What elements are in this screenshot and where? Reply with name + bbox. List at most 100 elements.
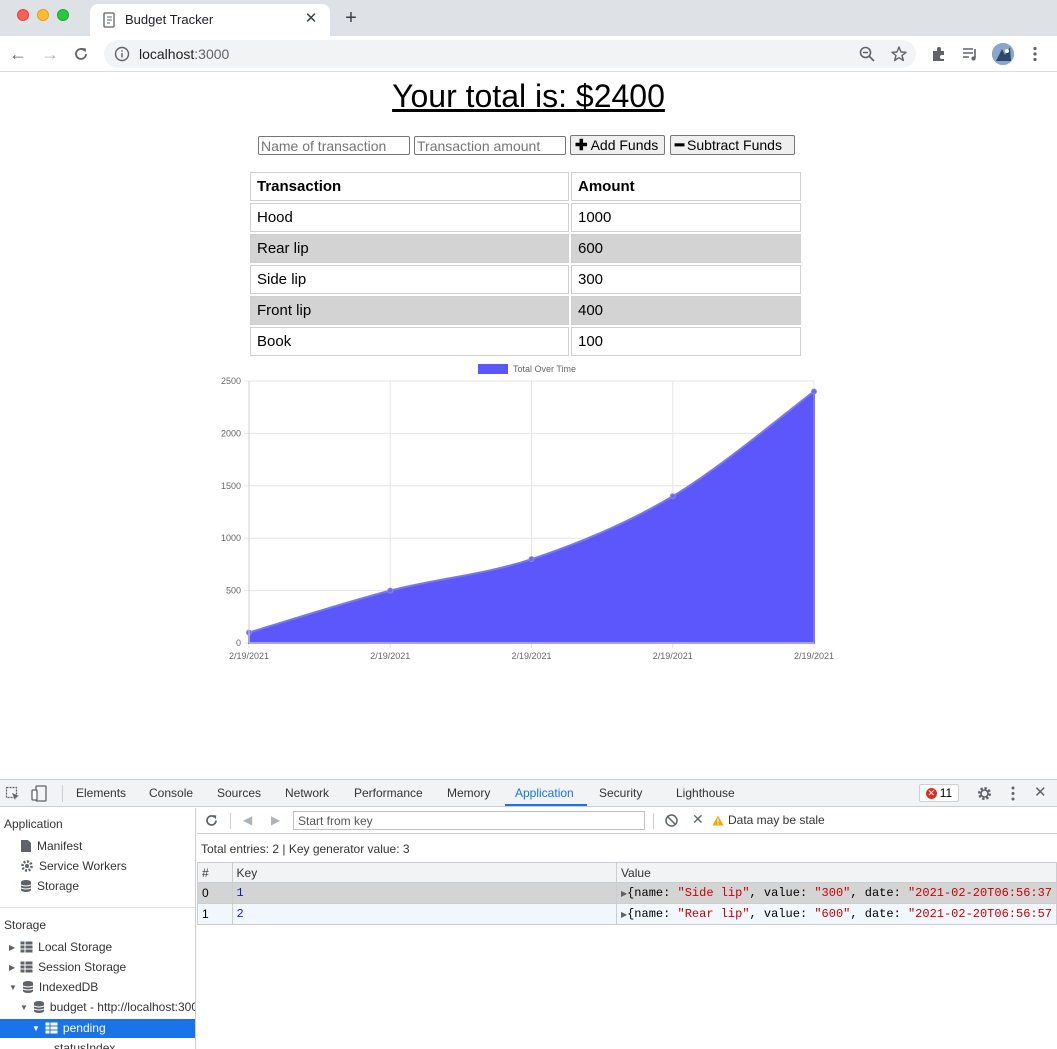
devtools-sidebar: Application Manifest Service Workers Sto… [0, 808, 196, 1049]
refresh-icon[interactable] [204, 813, 219, 828]
window-zoom-button[interactable] [57, 9, 69, 21]
extensions-puzzle-icon[interactable] [930, 45, 948, 63]
sidebar-item-manifest[interactable]: Manifest [20, 839, 82, 853]
transaction-amount: 100 [571, 327, 801, 356]
devtools-panel: Elements Console Sources Network Perform… [0, 779, 1057, 1049]
error-icon: ✕ [925, 787, 937, 799]
table-row: Side lip 300 [250, 265, 801, 294]
table-row: Front lip 400 [250, 296, 801, 325]
bookmark-star-icon[interactable] [890, 45, 908, 63]
sidebar-item-pending[interactable]: ▼ pending [32, 1021, 106, 1035]
x-tick-label: 2/19/2021 [794, 651, 834, 661]
reload-icon[interactable] [72, 45, 90, 63]
back-arrow-icon[interactable]: ← [6, 42, 30, 66]
collapse-arrow-icon[interactable]: ▼ [20, 1003, 28, 1012]
devtools-close-icon[interactable]: ✕ [1034, 783, 1047, 801]
transaction-name: Front lip [250, 296, 569, 325]
value-name: "Side lip" [677, 886, 750, 900]
error-count-badge[interactable]: ✕ 11 [919, 784, 959, 802]
clear-store-icon[interactable] [664, 813, 679, 828]
data-point [669, 493, 676, 500]
devtools-tab-bar: Elements Console Sources Network Perform… [0, 780, 1057, 807]
browser-tab[interactable]: Budget Tracker ✕ [90, 4, 330, 36]
settings-gear-icon[interactable] [976, 785, 993, 802]
sidebar-item-service-workers[interactable]: Service Workers [20, 859, 127, 873]
tab-elements[interactable]: Elements [76, 786, 126, 800]
table-row: Rear lip 600 [250, 234, 801, 263]
table-row: Hood 1000 [250, 203, 801, 232]
sidebar-item-session-storage[interactable]: ▶ Session Storage [9, 960, 126, 974]
new-tab-icon[interactable]: + [341, 6, 361, 30]
tab-security[interactable]: Security [599, 786, 642, 800]
forward-arrow-icon[interactable]: → [38, 42, 62, 66]
tab-close-icon[interactable]: ✕ [302, 10, 320, 28]
window-minimize-button[interactable] [37, 9, 49, 21]
sidebar-item-local-storage[interactable]: ▶ Local Storage [9, 940, 112, 954]
grid-header-value[interactable]: Value [615, 862, 1057, 883]
stale-label: Data may be stale [728, 813, 825, 827]
start-from-key-input[interactable] [293, 811, 645, 830]
expand-arrow-icon[interactable]: ▶ [621, 890, 627, 899]
row-value[interactable]: ▶{name: "Side lip", value: "300", date: … [615, 882, 1057, 904]
sidebar-item-indexeddb[interactable]: ▼ IndexedDB [9, 980, 98, 994]
row-key: 2 [231, 903, 617, 925]
add-funds-button[interactable]: ✚ Add Funds [570, 135, 665, 155]
expand-arrow-icon[interactable]: ▶ [9, 943, 15, 952]
tab-memory[interactable]: Memory [447, 786, 490, 800]
window-close-button[interactable] [17, 9, 29, 21]
subtract-funds-button[interactable]: ━ Subtract Funds [670, 135, 795, 155]
tab-console[interactable]: Console [149, 786, 193, 800]
previous-page-icon[interactable]: ◀ [243, 813, 252, 827]
minus-icon: ━ [675, 137, 685, 154]
table-row[interactable]: 1 2 ▶{name: "Rear lip", value: "600", da… [197, 903, 1057, 925]
expand-arrow-icon[interactable]: ▶ [9, 963, 15, 972]
device-toolbar-icon[interactable] [31, 785, 47, 802]
row-value[interactable]: ▶{name: "Rear lip", value: "600", date: … [615, 903, 1057, 925]
file-icon [21, 840, 31, 852]
database-icon [22, 981, 34, 993]
site-info-icon[interactable] [114, 46, 130, 62]
tab-lighthouse[interactable]: Lighthouse [676, 786, 735, 800]
grid-header-key[interactable]: Key [231, 862, 617, 883]
collapse-arrow-icon[interactable]: ▼ [9, 983, 17, 992]
browser-tab-bar: Budget Tracker ✕ + [0, 0, 1057, 36]
media-queue-icon[interactable] [961, 45, 979, 63]
devtools-more-icon[interactable] [1006, 785, 1020, 802]
collapse-arrow-icon[interactable]: ▼ [32, 1024, 40, 1033]
toolbar-divider [62, 785, 63, 802]
transaction-name: Book [250, 327, 569, 356]
transaction-amount-input[interactable] [414, 136, 566, 155]
data-point [528, 556, 535, 563]
zoom-out-icon[interactable] [858, 45, 876, 63]
more-menu-icon[interactable] [1026, 45, 1044, 63]
inspect-element-icon[interactable] [5, 786, 21, 802]
transaction-name-input[interactable] [258, 136, 410, 155]
error-count: 11 [939, 786, 953, 800]
transaction-name: Rear lip [250, 234, 569, 263]
tab-network[interactable]: Network [285, 786, 329, 800]
indexeddb-data-view: ◀ ▶ ✕ Data may be stale Total entries: 2… [197, 808, 1057, 1049]
profile-avatar[interactable] [992, 43, 1014, 65]
y-tick-label: 2000 [221, 428, 241, 438]
x-tick-label: 2/19/2021 [229, 651, 269, 661]
tab-application[interactable]: Application [515, 786, 574, 800]
add-funds-label: Add Funds [590, 137, 659, 153]
tab-performance[interactable]: Performance [354, 786, 423, 800]
table-row: Book 100 [250, 327, 801, 356]
sidebar-storage-header: Storage [4, 918, 47, 932]
next-page-icon[interactable]: ▶ [271, 813, 280, 827]
grid-header-index[interactable]: # [197, 862, 233, 883]
legend-label: Total Over Time [513, 364, 576, 374]
row-index: 0 [197, 882, 233, 904]
value-amount: "300" [814, 886, 851, 900]
address-bar[interactable]: localhost:3000 [104, 40, 916, 68]
tab-sources[interactable]: Sources [217, 786, 261, 800]
expand-arrow-icon[interactable]: ▶ [621, 911, 627, 920]
database-icon [20, 880, 32, 892]
x-tick-label: 2/19/2021 [511, 651, 551, 661]
delete-selected-icon[interactable]: ✕ [692, 811, 704, 828]
sidebar-item-budget-db[interactable]: ▼ budget - http://localhost:3000 [20, 1000, 195, 1014]
sidebar-item-storage[interactable]: Storage [20, 879, 79, 893]
data-point [811, 388, 817, 395]
table-row[interactable]: 0 1 ▶{name: "Side lip", value: "300", da… [197, 882, 1057, 904]
